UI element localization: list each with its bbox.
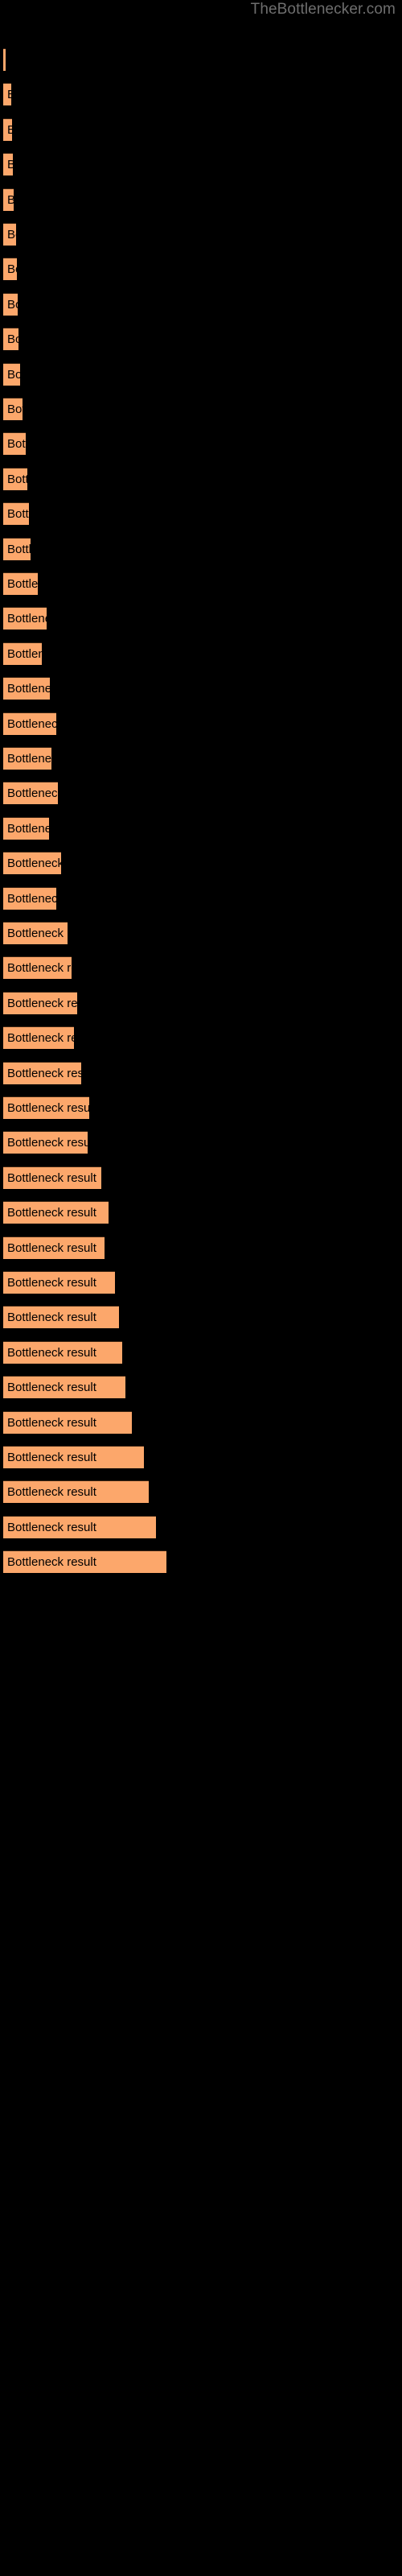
chart-bar: Bottleneck result <box>3 83 11 106</box>
bar-label: Bottleneck result <box>7 262 17 277</box>
bar-label: Bottleneck result <box>7 1031 74 1046</box>
bottleneck-result-bar-chart: Bottleneck result Bottleneck result Bottle… <box>0 0 402 2576</box>
bar-label: Bottleneck result <box>7 1485 96 1500</box>
chart-bar: Bottleneck result <box>3 1340 122 1364</box>
bar-label: Bottleneck result <box>7 1066 81 1080</box>
chart-bar: Bottleneck result <box>3 782 58 805</box>
chart-bar: Bottleneck result <box>3 502 29 526</box>
chart-bar: Bottleneck result <box>3 328 18 351</box>
chart-bar: Bottleneck result <box>3 712 56 735</box>
bar-label: Bottleneck result <box>7 1241 96 1255</box>
bar-label: Bottleneck result <box>7 1415 96 1430</box>
chart-bar: Bottleneck result <box>3 1131 88 1154</box>
bar-label: Bottleneck result <box>7 891 56 906</box>
bar-label: Bottleneck result <box>7 228 16 242</box>
chart-bar: Bottleneck result <box>3 1061 81 1084</box>
chart-bar: Bottleneck result <box>3 956 72 980</box>
bar-label: Bottleneck result <box>7 577 38 591</box>
chart-bar: Bottleneck result <box>3 467 27 490</box>
chart-bar: Bottleneck result <box>3 1550 166 1574</box>
chart-bar: Bottleneck result <box>3 991 77 1014</box>
chart-bar: Bottleneck result <box>3 922 68 944</box>
chart-bar: Bottleneck result <box>3 153 13 176</box>
chart-bar: Bottleneck result <box>3 258 17 281</box>
chart-bar: Bottleneck result <box>3 1271 115 1294</box>
chart-bar: Bottleneck result <box>3 362 20 386</box>
chart-bar: Bottleneck result <box>3 398 23 420</box>
bar-label: Bottleneck result <box>7 1170 96 1185</box>
chart-bar: Bottleneck result <box>3 188 14 211</box>
bar-label: Bottleneck result <box>7 786 58 801</box>
bar-label: Bottleneck result <box>7 752 51 766</box>
bar-label: Bottleneck result <box>7 961 72 976</box>
bar-label: Bottleneck result <box>7 1555 96 1570</box>
bar-label: Bottleneck result <box>7 1451 96 1464</box>
bar-label: Bottleneck result <box>7 189 14 211</box>
chart-bar: Bottleneck result <box>3 1201 109 1224</box>
chart-bar: Bottleneck result <box>3 1376 125 1399</box>
bar-label: Bottleneck result <box>7 1206 96 1220</box>
chart-bar: Bottleneck result <box>3 816 49 840</box>
chart-bar: Bottleneck result <box>3 572 38 595</box>
bar-label: Bottleneck result <box>7 927 68 940</box>
chart-bar: Bottleneck result <box>3 292 18 316</box>
chart-bar: Bottleneck result <box>3 223 16 246</box>
chart-bar: Bottleneck result <box>3 1515 156 1538</box>
bar-label: Bottleneck result <box>7 996 77 1010</box>
bar-label: Bottleneck result <box>7 507 29 522</box>
chart-bar: Bottleneck result <box>3 852 61 875</box>
bar-label: Bottleneck result <box>7 1276 96 1290</box>
chart-bar: Bottleneck result <box>3 1026 74 1050</box>
bar-label: Bottleneck result <box>7 821 49 836</box>
bar-label: Bottleneck result <box>7 437 26 452</box>
chart-bar: Bottleneck result <box>3 886 56 910</box>
bar-label: Bottleneck result <box>7 1381 96 1395</box>
bar-label: Bottleneck result <box>7 1311 96 1325</box>
chart-bar: Bottleneck result <box>3 1096 89 1119</box>
bar-label: Bottleneck result <box>7 84 11 105</box>
bar-label: Bottleneck result <box>7 612 47 626</box>
chart-bar: Bottleneck result <box>3 48 6 71</box>
bar-label: Bottleneck result <box>7 646 42 661</box>
chart-bar: Bottleneck result <box>3 537 31 560</box>
chart-bar: Bottleneck result <box>3 1166 101 1189</box>
bar-label: Bottleneck result <box>7 1520 96 1534</box>
chart-bar: Bottleneck result <box>3 607 47 630</box>
chart-bar: Bottleneck result <box>3 1480 149 1504</box>
bar-label: Bottleneck result <box>7 154 13 175</box>
bar-label: Bottleneck result <box>7 119 12 141</box>
bar-label: Bottleneck result <box>7 297 18 312</box>
bar-label: Bottleneck result <box>7 542 31 556</box>
chart-bar: Bottleneck result <box>3 118 12 141</box>
bar-label: Bottleneck result <box>7 332 18 347</box>
chart-bar: Bottleneck result <box>3 747 51 770</box>
bar-label: Bottleneck result <box>7 682 50 696</box>
bar-label: Bottleneck result <box>7 367 20 382</box>
chart-bar: Bottleneck result <box>3 1236 105 1259</box>
chart-bar: Bottleneck result <box>3 1446 144 1468</box>
chart-bar: Bottleneck result <box>3 677 50 700</box>
bar-label: Bottleneck result <box>7 1136 88 1150</box>
bar-label: Bottleneck result <box>7 472 27 486</box>
bar-label: Bottleneck result <box>7 1101 89 1115</box>
chart-bar: Bottleneck result <box>3 1410 132 1434</box>
bar-label: Bottleneck result <box>7 402 23 416</box>
chart-bar: Bottleneck result <box>3 642 42 665</box>
bar-label: Bottleneck result <box>7 857 61 871</box>
bar-label: Bottleneck result <box>7 716 56 731</box>
chart-bar: Bottleneck result <box>3 432 26 456</box>
chart-bar: Bottleneck result <box>3 1306 119 1329</box>
bar-label: Bottleneck result <box>7 1345 96 1360</box>
